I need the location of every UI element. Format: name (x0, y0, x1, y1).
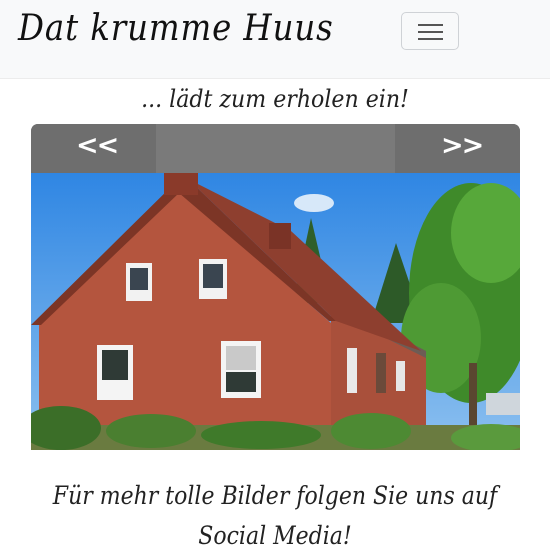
tagline: ... lädt zum erholen ein! (141, 85, 409, 113)
hamburger-menu-icon-bar (418, 38, 443, 40)
carousel-control-bar: << >> (31, 124, 520, 173)
red-brick-house-photo (31, 173, 520, 450)
brand-title[interactable]: Dat krumme Huus (18, 8, 334, 49)
image-carousel: << >> (31, 124, 520, 450)
menu-toggle-button[interactable] (401, 12, 459, 50)
social-media-prompt-line1: Für mehr tolle Bilder folgen Sie uns auf (52, 481, 498, 510)
carousel-prev-button[interactable]: << (76, 130, 119, 161)
social-media-prompt-line2: Social Media! (198, 521, 352, 550)
hamburger-menu-icon-bar (418, 31, 443, 33)
social-media-prompt: Für mehr tolle Bilder folgen Sie uns auf… (0, 476, 550, 556)
carousel-next-button[interactable]: >> (441, 130, 484, 161)
navbar: Dat krumme Huus (0, 0, 550, 79)
hamburger-menu-icon (418, 24, 443, 26)
